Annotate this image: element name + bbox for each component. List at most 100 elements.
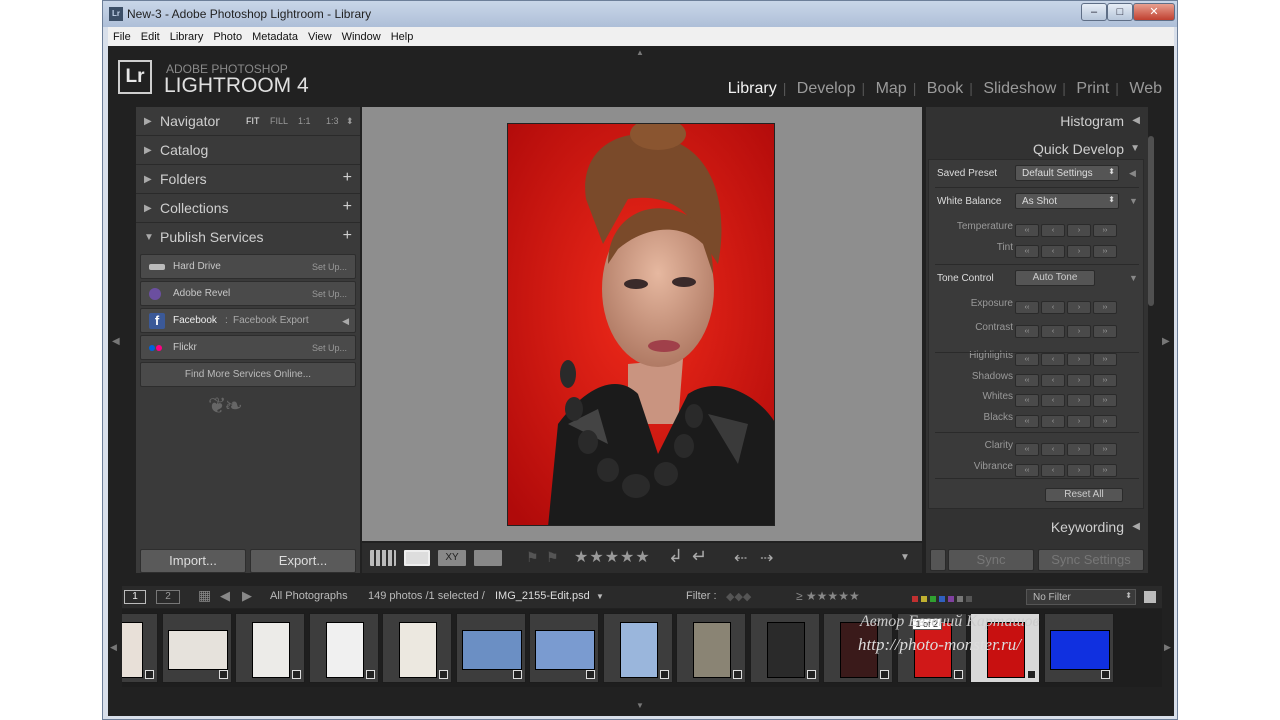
increase-button[interactable]: › [1067,325,1091,338]
module-library[interactable]: Library [722,80,783,97]
zoom-fill[interactable]: FILL [270,116,288,126]
increase-button[interactable]: › [1067,245,1091,258]
decrease-button[interactable]: ‹ [1041,415,1065,428]
increase-large-button[interactable]: ›› [1093,224,1117,237]
source-label[interactable]: All Photographs [270,590,348,602]
increase-button[interactable]: › [1067,415,1091,428]
menu-library[interactable]: Library [165,28,209,43]
setup-link[interactable]: Set Up... [312,262,347,272]
setup-link[interactable]: Set Up... [312,343,347,353]
filmstrip-thumbnail[interactable] [455,613,526,683]
increase-button[interactable]: › [1067,394,1091,407]
filmstrip-thumbnail[interactable] [749,613,820,683]
module-print[interactable]: Print [1070,80,1115,97]
menu-help[interactable]: Help [386,28,419,43]
saved-preset-select[interactable]: Default Settings ⬍ [1015,165,1119,181]
decrease-large-button[interactable]: ‹‹ [1015,374,1039,387]
decrease-button[interactable]: ‹ [1041,301,1065,314]
filmstrip-thumbnail[interactable] [308,613,379,683]
filmstrip-left-toggle-icon[interactable]: ◀ [110,642,117,653]
auto-tone-button[interactable]: Auto Tone [1015,270,1095,286]
service-facebook[interactable]: f Facebook : Facebook Export ◀ [140,308,356,333]
service-adobe-revel[interactable]: Adobe Revel Set Up... [140,281,356,306]
setup-link[interactable]: Set Up... [312,289,347,299]
survey-view-icon[interactable] [474,550,502,566]
increase-large-button[interactable]: ›› [1093,325,1117,338]
filter-lock-icon[interactable] [1144,591,1156,603]
module-map[interactable]: Map [870,80,913,97]
grid-view-icon[interactable] [370,550,396,566]
increase-large-button[interactable]: ›› [1093,301,1117,314]
right-panel-toggle-icon[interactable]: ▶ [1162,336,1170,347]
zoom-1-3[interactable]: 1:3 [326,116,339,126]
top-panel-toggle-icon[interactable]: ▲ [636,48,644,57]
sync-toggle-icon[interactable] [930,549,946,571]
decrease-large-button[interactable]: ‹‹ [1015,394,1039,407]
back-arrow-icon[interactable]: ◀ [220,588,230,604]
publish-services-header[interactable]: ▼ Publish Services + [136,223,360,252]
decrease-button[interactable]: ‹ [1041,224,1065,237]
forward-arrow-icon[interactable]: ▶ [242,588,252,604]
filmstrip-thumbnail[interactable] [235,613,305,683]
previous-photo-icon[interactable]: ⇠ [734,548,747,568]
rotate-right-icon[interactable]: ↵ [692,546,707,567]
collapse-triangle-icon[interactable]: ▼ [1129,196,1138,206]
increase-large-button[interactable]: ›› [1093,464,1117,477]
sync-settings-button[interactable]: Sync Settings [1038,549,1144,571]
export-button[interactable]: Export... [250,549,356,573]
left-panel-toggle-icon[interactable]: ◀ [112,336,120,347]
grid-icon[interactable]: ▦ [198,587,211,604]
flag-pick-icon[interactable]: ⚑ [526,549,539,566]
expand-left-icon[interactable]: ◀ [342,316,349,327]
filter-preset-select[interactable]: No Filter ⬍ [1026,589,1136,605]
decrease-large-button[interactable]: ‹‹ [1015,415,1039,428]
increase-large-button[interactable]: ›› [1093,353,1117,366]
module-book[interactable]: Book [921,80,969,97]
increase-button[interactable]: › [1067,374,1091,387]
right-panel-scrollbar[interactable] [1148,136,1154,306]
decrease-button[interactable]: ‹ [1041,464,1065,477]
increase-large-button[interactable]: ›› [1093,245,1117,258]
histogram-header[interactable]: Histogram ◀ [926,107,1148,135]
zoom-stepper-icon[interactable]: ⬍ [346,116,354,127]
filmstrip-thumbnail[interactable] [1043,613,1114,683]
compare-view-icon[interactable]: XY [438,550,466,566]
rotate-left-icon[interactable]: ↲ [668,546,683,567]
filmstrip-thumbnail[interactable] [676,613,746,683]
white-balance-select[interactable]: As Shot ⬍ [1015,193,1119,209]
file-menu-chevron-down-icon[interactable]: ▼ [596,592,604,601]
add-folder-icon[interactable]: + [343,169,352,187]
service-flickr[interactable]: Flickr Set Up... [140,335,356,360]
facebook-export-collection[interactable]: Facebook Export [233,315,309,326]
current-file-name[interactable]: IMG_2155-Edit.psd [495,590,590,602]
filmstrip-thumbnail[interactable] [529,613,599,683]
import-button[interactable]: Import... [140,549,246,573]
increase-large-button[interactable]: ›› [1093,374,1117,387]
decrease-large-button[interactable]: ‹‹ [1015,353,1039,366]
increase-large-button[interactable]: ›› [1093,415,1117,428]
module-web[interactable]: Web [1123,80,1168,97]
increase-large-button[interactable]: ›› [1093,443,1117,456]
increase-button[interactable]: › [1067,353,1091,366]
add-publish-service-icon[interactable]: + [343,227,352,245]
increase-button[interactable]: › [1067,443,1091,456]
decrease-button[interactable]: ‹ [1041,394,1065,407]
minimize-icon[interactable]: – [1081,3,1107,21]
find-more-services-button[interactable]: Find More Services Online... [140,362,356,387]
bottom-panel-toggle-icon[interactable]: ▼ [636,701,644,710]
decrease-large-button[interactable]: ‹‹ [1015,224,1039,237]
add-collection-icon[interactable]: + [343,198,352,216]
menu-window[interactable]: Window [337,28,386,43]
increase-button[interactable]: › [1067,464,1091,477]
menu-view[interactable]: View [303,28,337,43]
navigator-header[interactable]: ▶ Navigator FIT FILL 1:1 1:3 ⬍ [136,107,360,136]
decrease-large-button[interactable]: ‹‹ [1015,443,1039,456]
filmstrip-thumbnail[interactable] [382,613,452,683]
sync-button[interactable]: Sync [948,549,1034,571]
expand-left-icon[interactable]: ◀ [1129,168,1136,179]
decrease-button[interactable]: ‹ [1041,325,1065,338]
next-photo-icon[interactable]: ⇢ [760,548,773,568]
increase-button[interactable]: › [1067,224,1091,237]
decrease-button[interactable]: ‹ [1041,374,1065,387]
menu-edit[interactable]: Edit [136,28,165,43]
